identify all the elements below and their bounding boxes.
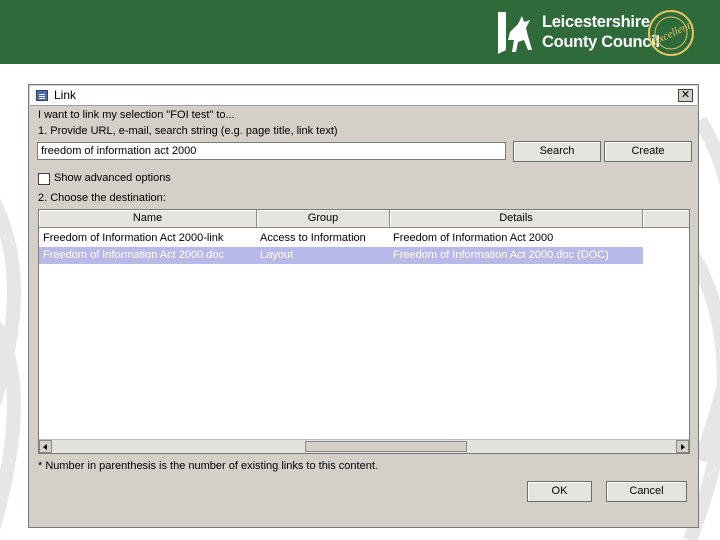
council-name: Leicestershire County Council xyxy=(542,12,660,52)
cancel-button[interactable]: Cancel xyxy=(606,481,687,502)
fox-emblem-icon xyxy=(498,12,532,54)
cell-details: Freedom of Information Act 2000.doc (DOC… xyxy=(393,249,609,261)
table-header: Name Group Details xyxy=(39,210,689,228)
link-dialog: Link ✕ I want to link my selection "FOI … xyxy=(28,84,699,528)
cell-group: Layout xyxy=(260,249,294,261)
scrollbar-thumb[interactable] xyxy=(305,441,467,452)
dialog-titlebar[interactable]: Link ✕ xyxy=(30,86,697,106)
url-input[interactable] xyxy=(37,142,506,160)
table-row[interactable]: Freedom of Information Act 2000-link Acc… xyxy=(39,230,671,247)
create-button[interactable]: Create xyxy=(604,141,692,162)
header-banner: Leicestershire County Council Excellent xyxy=(0,0,720,64)
ok-button[interactable]: OK xyxy=(527,481,592,502)
step2-label: 2. Choose the destination: xyxy=(38,192,166,204)
council-logo: Leicestershire County Council Excellent xyxy=(496,8,706,58)
advanced-options-label[interactable]: Show advanced options xyxy=(54,172,171,184)
scroll-right-arrow-icon[interactable] xyxy=(676,440,689,453)
window-icon xyxy=(36,90,48,101)
table-row-selected[interactable]: Freedom of Information Act 2000.doc Layo… xyxy=(39,247,643,264)
scroll-left-arrow-icon[interactable] xyxy=(39,440,52,453)
cell-name: Freedom of Information Act 2000.doc xyxy=(43,249,224,261)
column-header-group[interactable]: Group xyxy=(257,210,390,228)
excellent-rating-seal-icon: Excellent xyxy=(648,10,694,56)
footnote-text: * Number in parenthesis is the number of… xyxy=(38,460,378,472)
council-name-line2: County Council xyxy=(542,33,660,51)
council-name-line1: Leicestershire xyxy=(542,13,650,31)
intro-text: I want to link my selection "FOI test" t… xyxy=(38,109,235,121)
close-button[interactable]: ✕ xyxy=(678,89,693,102)
horizontal-scrollbar[interactable] xyxy=(39,439,689,453)
column-header-filler xyxy=(643,210,689,228)
cell-group: Access to Information xyxy=(260,232,366,244)
cell-details: Freedom of Information Act 2000 xyxy=(393,232,554,244)
advanced-options-checkbox[interactable] xyxy=(38,173,50,185)
step1-label: 1. Provide URL, e-mail, search string (e… xyxy=(38,125,338,137)
cell-name: Freedom of Information Act 2000-link xyxy=(43,232,224,244)
search-button[interactable]: Search xyxy=(513,141,601,162)
dialog-title: Link xyxy=(54,88,77,102)
destination-table: Name Group Details Freedom of Informatio… xyxy=(38,209,690,454)
column-header-name[interactable]: Name xyxy=(39,210,257,228)
column-header-details[interactable]: Details xyxy=(390,210,643,228)
